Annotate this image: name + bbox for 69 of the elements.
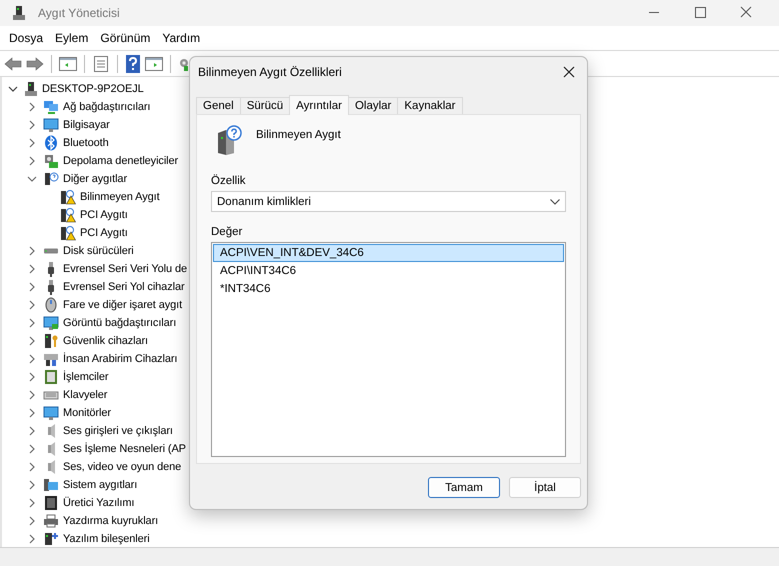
menu-item[interactable]: Yardım (156, 31, 206, 45)
tree-item[interactable]: Ağ bağdaştırıcıları (63, 101, 150, 113)
tree-item[interactable]: Klavyeler (63, 389, 108, 401)
security-icon (43, 333, 59, 349)
tree-item[interactable]: Evrensel Seri Yol cihazlar (63, 281, 185, 293)
printer-icon (43, 513, 59, 529)
tree-item[interactable]: Monitörler (63, 407, 111, 419)
tab[interactable]: Kaynaklar (397, 97, 463, 114)
window-title: Aygıt Yöneticisi (38, 6, 120, 20)
tree-item[interactable]: Bilinmeyen Aygıt (80, 191, 160, 203)
app-icon (12, 5, 26, 21)
network-icon (43, 99, 59, 115)
property-dropdown[interactable]: Donanım kimlikleri (211, 191, 566, 212)
dialog-title: Bilinmeyen Aygıt Özellikleri (198, 65, 342, 79)
tree-item[interactable]: Görüntü bağdaştırıcıları (63, 317, 176, 329)
tree-item[interactable]: Ses İşleme Nesneleri (AP (63, 443, 186, 455)
tree-item[interactable]: PCI Aygıtı (80, 227, 128, 239)
computer-icon (24, 81, 38, 97)
value-label: Değer (211, 226, 244, 238)
chevron-down-icon (550, 198, 560, 204)
monitor-icon (43, 117, 59, 133)
tree-item[interactable]: Ses girişleri ve çıkışları (63, 425, 173, 437)
unknown-icon (43, 171, 59, 187)
tree-item[interactable]: İnsan Arabirim Cihazları (63, 353, 178, 365)
tree-item[interactable]: Bilgisayar (63, 119, 110, 131)
tree-item[interactable]: DESKTOP-9P2OEJL (42, 83, 144, 95)
monitor-icon (43, 405, 59, 421)
menu-item[interactable]: Görünüm (94, 31, 156, 45)
tab[interactable]: Genel (196, 97, 241, 114)
properties-icon[interactable] (92, 56, 110, 72)
tab[interactable]: Ayrıntılar (289, 95, 349, 115)
menu-item[interactable]: Dosya (3, 31, 50, 45)
tree-item[interactable]: Depolama denetleyiciler (63, 155, 178, 167)
cpu-icon (43, 369, 59, 385)
back-icon[interactable] (4, 56, 22, 72)
value-list[interactable]: ACPI\VEN_INT&DEV_34C6 ACPI\INT34C6 *INT34C6 (211, 242, 566, 457)
list-item[interactable]: ACPI\INT34C6 (213, 262, 564, 280)
property-label: Özellik (211, 175, 247, 187)
list-item[interactable]: ACPI\VEN_INT&DEV_34C6 (213, 244, 564, 262)
tree-item[interactable]: Güvenlik cihazları (63, 335, 148, 347)
tree-item[interactable]: Üretici Yazılımı (63, 497, 134, 509)
tree-item[interactable]: Yazdırma kuyrukları (63, 515, 158, 527)
storage-icon (43, 153, 59, 169)
console-tree-icon[interactable] (59, 56, 77, 72)
tab[interactable]: Olaylar (348, 97, 398, 114)
cancel-button[interactable]: İptal (509, 477, 581, 498)
tree-item[interactable]: Sistem aygıtları (63, 479, 138, 491)
system-icon (43, 477, 59, 493)
tree-item[interactable]: PCI Aygıtı (80, 209, 128, 221)
tree-item[interactable]: Yazılım bileşenleri (63, 533, 150, 545)
device-name: Bilinmeyen Aygıt (256, 129, 341, 141)
unknown-device-icon (216, 125, 242, 155)
action-pane-icon[interactable] (145, 56, 163, 72)
menu-item[interactable]: Eylem (49, 31, 94, 45)
tree-item[interactable]: Diğer aygıtlar (63, 173, 128, 185)
chip-icon (43, 495, 59, 511)
help-icon[interactable] (125, 54, 141, 72)
tree-item[interactable]: İşlemciler (63, 371, 108, 383)
tree-item[interactable]: Ses, video ve oyun dene (63, 461, 182, 473)
mouse-icon (43, 297, 59, 313)
bluetooth-icon (43, 135, 59, 151)
display-icon (43, 315, 59, 331)
ok-button[interactable]: Tamam (428, 477, 500, 498)
list-item[interactable]: *INT34C6 (213, 280, 564, 298)
tree-item[interactable]: Fare ve diğer işaret aygıt (63, 299, 182, 311)
tree-item[interactable]: Disk sürücüleri (63, 245, 134, 257)
tree-item[interactable]: Evrensel Seri Veri Yolu de (63, 263, 187, 275)
tree-item[interactable]: Bluetooth (63, 137, 109, 149)
forward-icon[interactable] (26, 56, 44, 72)
